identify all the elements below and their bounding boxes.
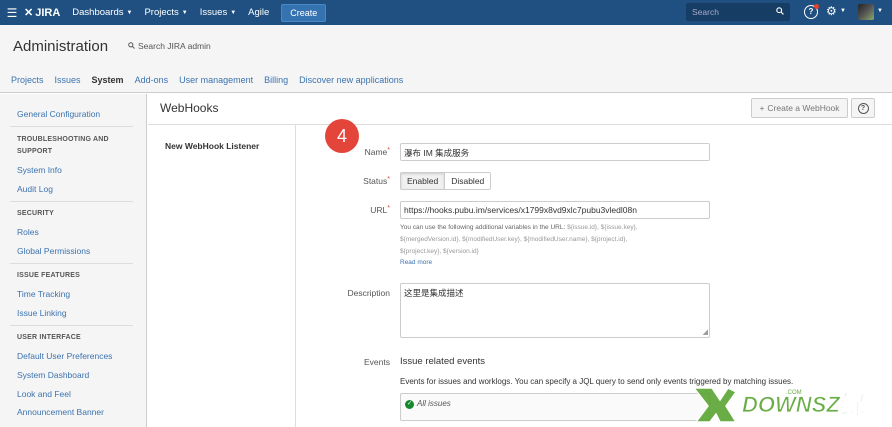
description-label: Description [347, 288, 390, 298]
url-help-text: You can use the following additional var… [400, 222, 700, 258]
search-placeholder: Search [692, 7, 719, 17]
app-switcher-icon[interactable]: ☰ [0, 6, 24, 20]
name-label-text: Name [364, 147, 388, 157]
svg-text:绿: 绿 [840, 391, 867, 421]
chevron-down-icon: ▼ [126, 9, 133, 16]
tab-billing[interactable]: Billing [264, 75, 288, 85]
chevron-down-icon: ▼ [877, 8, 883, 14]
admin-search-label: Search JIRA admin [138, 41, 211, 51]
sidebar-item-global-permissions[interactable]: Global Permissions [17, 246, 90, 256]
admin-sidebar: General Configuration TROUBLESHOOTING AN… [0, 94, 147, 427]
search-input[interactable]: Search [686, 3, 790, 21]
nav-projects[interactable]: Projects ▼ [144, 7, 187, 18]
gear-icon[interactable]: ⚙ [826, 4, 837, 18]
status-disabled-button[interactable]: Disabled [445, 173, 491, 189]
jql-filter-value: All issues [417, 399, 451, 408]
sidebar-item-look-and-feel[interactable]: Look and Feel [17, 389, 71, 399]
tab-user-management[interactable]: User management [179, 75, 253, 85]
required-marker: * [387, 147, 390, 154]
watermark-logo: DOWNSZ 绿 盟 .COM [692, 387, 888, 423]
nav-dashboards-label: Dashboards [72, 7, 124, 18]
nav-agile[interactable]: Agile [248, 7, 269, 18]
notification-badge [814, 4, 819, 9]
svg-text:.COM: .COM [786, 390, 802, 396]
sidebar-item-system-info[interactable]: System Info [17, 165, 62, 175]
status-label-text: Status [363, 176, 388, 186]
status-toggle: Enabled Disabled [400, 172, 492, 190]
sidebar-heading-user-interface: USER INTERFACE [17, 334, 81, 341]
sidebar-divider [10, 263, 133, 264]
chevron-down-icon: ▼ [230, 9, 237, 16]
tab-add-ons[interactable]: Add-ons [135, 75, 169, 85]
jira-logo-icon: ✕ [24, 7, 34, 19]
sidebar-item-announcement-banner[interactable]: Announcement Banner [17, 407, 104, 417]
check-circle-icon: ✓ [405, 400, 414, 409]
tab-projects[interactable]: Projects [11, 75, 44, 85]
sidebar-item-general-configuration[interactable]: General Configuration [17, 109, 100, 119]
sidebar-heading-issue-features: ISSUE FEATURES [17, 272, 80, 279]
chevron-down-icon: ▼ [840, 8, 846, 14]
name-field[interactable]: 瀑布 IM 集成服务 [400, 143, 710, 161]
sidebar-divider [10, 201, 133, 202]
tab-discover-applications[interactable]: Discover new applications [299, 75, 403, 85]
sidebar-item-system-dashboard[interactable]: System Dashboard [17, 370, 89, 380]
nav-agile-label: Agile [248, 7, 270, 18]
svg-text:盟: 盟 [866, 395, 888, 420]
url-help-vars: ${issue.id}, ${issue.key}, [567, 224, 638, 231]
events-heading: Issue related events [400, 356, 486, 367]
top-navigation-bar: ☰ ✕ JIRA Dashboards ▼ Projects ▼ Issues … [0, 0, 892, 25]
sidebar-item-roles[interactable]: Roles [17, 227, 39, 237]
sidebar-item-issue-linking[interactable]: Issue Linking [17, 308, 67, 318]
resize-handle-icon[interactable]: ◢ [703, 328, 708, 336]
create-webhook-label: Create a WebHook [767, 103, 840, 113]
required-marker: * [387, 205, 390, 212]
nav-issues-label: Issues [199, 7, 228, 18]
plus-icon: + [759, 103, 765, 113]
url-label-text: URL [370, 205, 388, 215]
sidebar-divider [10, 126, 133, 127]
create-webhook-button[interactable]: + Create a WebHook [751, 98, 848, 118]
sidebar-heading-troubleshooting: TROUBLESHOOTING AND [17, 136, 109, 143]
events-label: Events [364, 357, 390, 367]
sidebar-heading-security: SECURITY [17, 210, 54, 217]
help-icon: ? [857, 102, 869, 114]
sidebar-item-time-tracking[interactable]: Time Tracking [17, 289, 70, 299]
url-field[interactable]: https://hooks.pubu.im/services/x1799x8vd… [400, 201, 710, 219]
help-button[interactable]: ? [851, 98, 875, 118]
new-webhook-listener-label: New WebHook Listener [165, 141, 260, 151]
read-more-link[interactable]: Read more [400, 259, 432, 266]
nav-issues[interactable]: Issues ▼ [200, 7, 236, 18]
tab-system[interactable]: System [92, 75, 124, 85]
jql-filter-box[interactable]: ✓ All issues [400, 393, 710, 421]
status-enabled-button[interactable]: Enabled [401, 173, 446, 189]
admin-search[interactable]: Search JIRA admin [128, 41, 211, 51]
search-icon [128, 41, 135, 51]
page-title: Administration [13, 38, 109, 55]
webhooks-title: WebHooks [160, 101, 219, 115]
url-help-vars: ${mergedVersion.id}, ${modifiedUser.key}… [400, 236, 628, 243]
listener-column [148, 125, 296, 427]
url-help-vars: ${project.key}, ${version.id} [400, 248, 479, 255]
nav-dashboards[interactable]: Dashboards ▼ [72, 7, 132, 18]
sidebar-divider [10, 325, 133, 326]
chevron-down-icon: ▼ [181, 9, 188, 16]
status-label: Status* [300, 176, 390, 186]
sidebar-item-default-user-preferences[interactable]: Default User Preferences [17, 351, 112, 361]
jira-logo-text: JIRA [35, 6, 61, 19]
description-field[interactable]: 这里是集成描述 ◢ [400, 283, 710, 338]
admin-tabs: Projects Issues System Add-ons User mana… [0, 67, 892, 93]
sidebar-heading-support: SUPPORT [17, 148, 53, 155]
description-value: 这里是集成描述 [404, 288, 464, 298]
required-marker: * [387, 176, 390, 183]
jira-logo[interactable]: ✕ JIRA [24, 6, 61, 20]
avatar[interactable] [858, 4, 874, 20]
url-label: URL* [300, 205, 390, 215]
name-label: Name* [300, 147, 390, 157]
search-icon [776, 7, 784, 17]
tab-issues[interactable]: Issues [55, 75, 81, 85]
create-button[interactable]: Create [281, 3, 327, 22]
url-help-lead: You can use the following additional var… [400, 224, 566, 231]
nav-projects-label: Projects [144, 7, 179, 18]
sidebar-item-audit-log[interactable]: Audit Log [17, 184, 53, 194]
